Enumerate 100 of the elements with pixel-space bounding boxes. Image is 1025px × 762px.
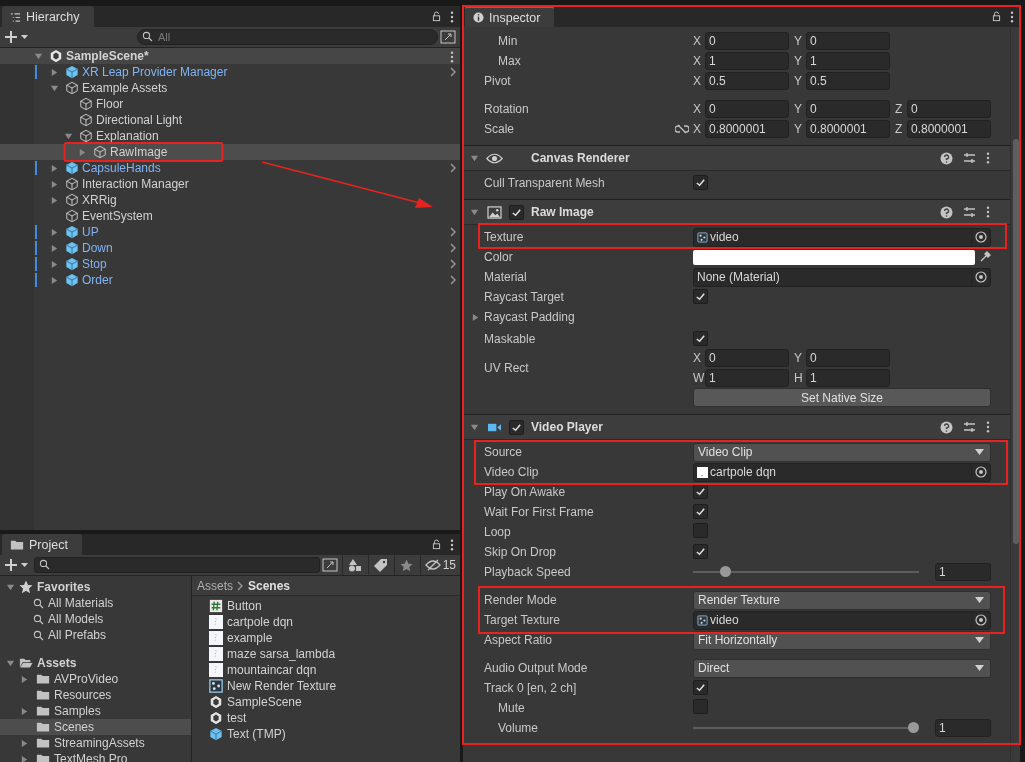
scene-row[interactable]: SampleScene* — [0, 48, 460, 64]
folder-item[interactable]: Resources — [0, 687, 191, 703]
chevron-right-icon[interactable] — [450, 67, 456, 77]
number-field[interactable]: 0.8000001 — [705, 120, 789, 138]
number-field[interactable]: 0 — [806, 349, 890, 367]
favorite-item[interactable]: All Materials — [0, 595, 191, 611]
asset-item[interactable]: SampleScene — [209, 694, 460, 710]
more-menu-icon[interactable] — [450, 51, 454, 63]
eyedropper-icon[interactable] — [979, 251, 991, 263]
asset-item[interactable]: maze sarsa_lambda — [209, 646, 460, 662]
checkbox[interactable] — [508, 204, 524, 220]
number-field[interactable]: 0 — [705, 32, 789, 50]
add-menu-icon[interactable] — [4, 558, 30, 572]
more-menu-icon[interactable] — [450, 538, 454, 551]
hierarchy-row[interactable]: Directional Light — [0, 112, 460, 128]
number-field[interactable]: 0 — [705, 100, 789, 118]
scene-search-icon[interactable] — [440, 30, 456, 44]
folder-item[interactable]: AVProVideo — [0, 671, 191, 687]
number-field[interactable]: 0 — [806, 32, 890, 50]
dropdown[interactable]: Direct — [693, 658, 991, 678]
number-field[interactable]: 0.5 — [705, 72, 789, 90]
hierarchy-tab[interactable]: Hierarchy — [2, 6, 94, 27]
expand-arrow-icon[interactable] — [6, 582, 15, 592]
foldout-arrow-icon[interactable] — [470, 207, 479, 217]
object-field[interactable]: None (Material) — [693, 267, 991, 287]
number-field[interactable]: 0 — [705, 349, 789, 367]
component-header[interactable]: Video Player — [463, 414, 1010, 440]
more-menu-icon[interactable] — [986, 421, 990, 433]
checkbox[interactable] — [693, 523, 708, 538]
object-picker-icon[interactable] — [971, 268, 990, 286]
favorite-item[interactable]: All Prefabs — [0, 627, 191, 643]
folder-item[interactable]: Scenes — [0, 719, 191, 735]
hierarchy-row[interactable]: UP — [0, 224, 460, 240]
number-field[interactable]: 0.8000001 — [907, 120, 991, 138]
hierarchy-row[interactable]: Down — [0, 240, 460, 256]
project-tab[interactable]: Project — [2, 534, 82, 555]
checkbox[interactable] — [693, 504, 708, 519]
foldout-arrow-icon[interactable] — [470, 153, 479, 163]
inspector-tab[interactable]: Inspector — [465, 6, 555, 27]
dropdown[interactable]: Render Texture — [693, 590, 991, 610]
set-native-size-button[interactable]: Set Native Size — [693, 388, 991, 407]
lock-icon[interactable] — [991, 11, 1002, 22]
number-field[interactable]: 0 — [907, 100, 991, 118]
checkbox[interactable] — [693, 175, 708, 190]
scene-search-icon[interactable] — [321, 558, 338, 572]
number-field[interactable]: 1 — [705, 52, 789, 70]
search-field[interactable] — [34, 557, 320, 573]
favorite-item[interactable]: All Models — [0, 611, 191, 627]
foldout-arrow-icon[interactable] — [470, 422, 479, 432]
checkbox[interactable] — [508, 419, 524, 435]
object-picker-icon[interactable] — [971, 228, 990, 246]
hierarchy-row[interactable]: Example Assets — [0, 80, 460, 96]
hierarchy-row[interactable]: Interaction Manager — [0, 176, 460, 192]
expand-arrow-icon[interactable] — [20, 706, 29, 716]
asset-item[interactable]: New Render Texture — [209, 678, 460, 694]
slider-thumb[interactable] — [908, 722, 919, 733]
asset-item[interactable]: Button — [209, 598, 460, 614]
checkbox[interactable] — [693, 680, 708, 695]
more-menu-icon[interactable] — [450, 10, 454, 23]
breadcrumb-item[interactable]: Scenes — [248, 578, 291, 593]
asset-item[interactable]: cartpole dqn — [209, 614, 460, 630]
assets-folder[interactable]: Assets — [0, 655, 191, 671]
object-field[interactable]: video — [693, 227, 991, 247]
color-field[interactable] — [693, 249, 975, 265]
hierarchy-row[interactable]: Explanation — [0, 128, 460, 144]
help-icon[interactable] — [940, 205, 953, 219]
broken-link-icon[interactable] — [675, 124, 689, 134]
object-field[interactable]: video — [693, 610, 991, 630]
lock-icon[interactable] — [431, 11, 442, 22]
number-field[interactable]: 0.5 — [806, 72, 890, 90]
more-menu-icon[interactable] — [986, 206, 990, 218]
more-menu-icon[interactable] — [986, 152, 990, 164]
presets-icon[interactable] — [963, 206, 976, 218]
hierarchy-row[interactable]: XR Leap Provider Manager — [0, 64, 460, 80]
checkbox[interactable] — [693, 699, 708, 714]
breadcrumb-item[interactable]: Assets — [197, 578, 233, 593]
folder-item[interactable]: StreamingAssets — [0, 735, 191, 751]
presets-icon[interactable] — [963, 421, 976, 433]
help-icon[interactable] — [940, 420, 953, 434]
component-header[interactable]: Canvas Renderer — [463, 145, 1010, 171]
add-menu-icon[interactable] — [4, 30, 30, 44]
asset-item[interactable]: example — [209, 630, 460, 646]
number-field[interactable]: 1 — [806, 369, 890, 387]
object-picker-icon[interactable] — [971, 463, 990, 481]
slider-thumb[interactable] — [719, 566, 731, 577]
foldout-arrow-icon[interactable] — [471, 312, 480, 322]
number-field[interactable]: 1 — [935, 719, 991, 737]
folder-item[interactable]: Samples — [0, 703, 191, 719]
asset-item[interactable]: test — [209, 710, 460, 726]
checkbox[interactable] — [693, 331, 708, 346]
hierarchy-row[interactable]: Stop — [0, 256, 460, 272]
hierarchy-row[interactable]: EventSystem — [0, 208, 460, 224]
presets-icon[interactable] — [963, 152, 976, 164]
lock-icon[interactable] — [431, 539, 442, 550]
hierarchy-row[interactable]: Order — [0, 272, 460, 288]
number-field[interactable]: 0 — [806, 100, 890, 118]
checkbox[interactable] — [693, 289, 708, 304]
hidden-packages-toggle[interactable]: 15 — [419, 555, 460, 575]
component-header[interactable]: Raw Image — [463, 199, 1010, 225]
number-field[interactable]: 1 — [705, 369, 789, 387]
